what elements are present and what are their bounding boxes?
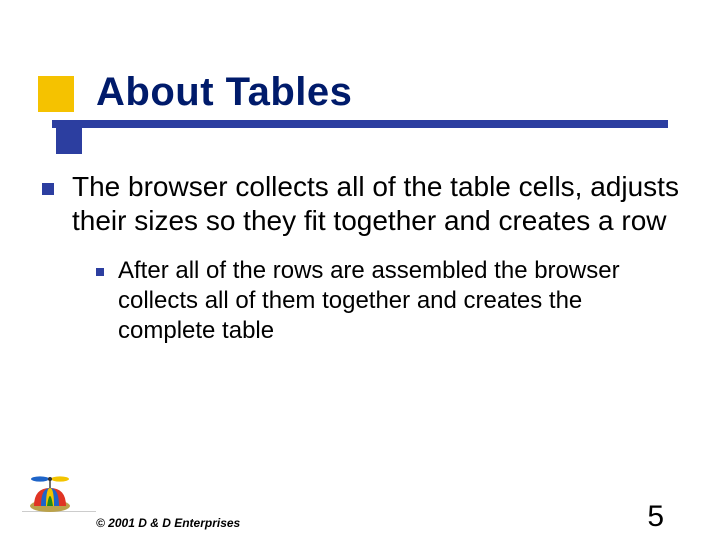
title-area: About Tables <box>0 70 720 152</box>
copyright-text: © 2001 D & D Enterprises <box>96 516 240 530</box>
bullet-level2: After all of the rows are assembled the … <box>96 256 680 346</box>
square-bullet-icon <box>42 183 54 195</box>
title-underline-bar <box>52 120 668 128</box>
title-accent-yellow <box>38 76 74 112</box>
bullet-level1: The browser collects all of the table ce… <box>42 170 680 238</box>
bullet-level2-text: After all of the rows are assembled the … <box>118 256 680 346</box>
body: The browser collects all of the table ce… <box>42 170 680 346</box>
slide-title: About Tables <box>96 70 352 115</box>
title-accent-blue <box>56 128 82 154</box>
propeller-hat-icon <box>28 476 72 514</box>
footer: © 2001 D & D Enterprises 5 <box>0 484 720 540</box>
page-number: 5 <box>647 500 664 534</box>
slide: About Tables The browser collects all of… <box>0 0 720 540</box>
square-bullet-icon <box>96 268 104 276</box>
bullet-level1-text: The browser collects all of the table ce… <box>72 170 680 238</box>
